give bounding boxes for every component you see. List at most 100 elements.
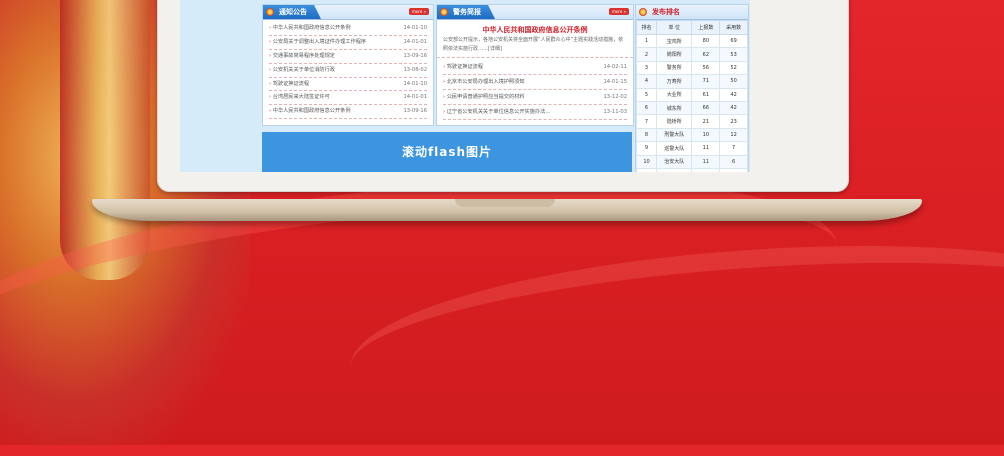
table-cell: 大业所 bbox=[656, 87, 693, 102]
list-item-title[interactable]: 交通事故简易程序处理规定 bbox=[269, 50, 335, 63]
table-cell: 7 bbox=[719, 141, 748, 156]
table-cell: 66 bbox=[691, 100, 721, 116]
rank-table-body: 1 宝鸡所 80 69 2 岗阳所 62 53 3 警务所 56 52 4 万寿所 71 50 5 大业所 61 42… bbox=[635, 33, 748, 172]
list-item-date: 14-01-10 bbox=[403, 80, 427, 87]
list-item[interactable]: 北京市公安局办理出入境护照须知 14-01-15 bbox=[443, 75, 627, 90]
flash-banner[interactable]: 滚动flash图片 bbox=[262, 132, 632, 172]
table-cell: 23 bbox=[719, 114, 748, 129]
notice-tab[interactable]: 通知公告 bbox=[263, 5, 321, 19]
table-cell: 治安大队 bbox=[656, 154, 693, 169]
table-cell: 4 bbox=[635, 74, 658, 89]
list-item-title[interactable]: 公安机关关于单位消防行政 bbox=[269, 64, 335, 77]
list-item[interactable]: 公民申请普通护照应当提交的材料 13-12-02 bbox=[443, 90, 627, 105]
rank-panel-header: 发布排名 bbox=[636, 5, 748, 20]
news-panel: 警务简报 more » 中华人民共和国政府信息公开条例 公安部公开提示，各地公安… bbox=[436, 4, 634, 126]
table-cell: 10 bbox=[635, 154, 658, 169]
laptop-notch bbox=[455, 199, 555, 207]
list-item[interactable]: 驾驶证换证流程 14-01-10 bbox=[269, 78, 427, 92]
police-badge-icon bbox=[266, 8, 274, 16]
list-item-date: 14-01-10 bbox=[403, 25, 427, 31]
notice-panel-header: 通知公告 more » bbox=[263, 5, 433, 20]
news-headline-link[interactable]: 中华人民共和国政府信息公开条例 bbox=[437, 20, 633, 36]
rank-table: 排名单 位上报数 采用数 1 宝鸡所 80 69 2 岗阳所 62 53 3 警务所 56 52 4 万寿所… bbox=[635, 20, 748, 172]
table-row: 3 警务所 56 52 bbox=[635, 60, 748, 76]
list-item-date: 13-09-16 bbox=[403, 108, 427, 115]
table-cell: 11 bbox=[691, 141, 721, 156]
table-row: 4 万寿所 71 50 bbox=[635, 74, 748, 89]
list-item[interactable]: 驾驶证换证流程 14-02-11 bbox=[443, 60, 627, 75]
list-item-title[interactable]: 公民申请普通护照应当提交的材料 bbox=[443, 90, 525, 104]
table-cell: 5 bbox=[635, 87, 658, 102]
list-item[interactable]: 公安机关关于单位消防行政 13-08-02 bbox=[269, 64, 427, 78]
rank-column-header: 排名 bbox=[635, 20, 658, 35]
table-cell: 9 bbox=[635, 141, 658, 156]
table-cell: 56 bbox=[691, 60, 721, 76]
table-cell: 宝鸡所 bbox=[656, 33, 693, 49]
table-cell: 21 bbox=[691, 114, 721, 129]
list-item[interactable]: 中华人民共和国政府信息公开条例 13-09-16 bbox=[269, 105, 427, 120]
list-item-title[interactable]: 中华人民共和国政府信息公开条例 bbox=[269, 105, 351, 118]
table-row: 9 巡警大队 11 7 bbox=[635, 141, 748, 156]
notice-list: 中华人民共和国政府信息公开条例 14-01-10 公安局关于调整出入境证件办理工作程… bbox=[263, 20, 433, 120]
table-row: 5 大业所 61 42 bbox=[635, 87, 748, 102]
table-cell: 11 bbox=[635, 167, 658, 172]
list-item-date: 13-11-03 bbox=[603, 109, 627, 115]
table-cell: 城东所 bbox=[656, 100, 693, 116]
police-badge-icon bbox=[639, 8, 647, 16]
list-item-date: 14-02-11 bbox=[603, 64, 627, 70]
table-cell: 42 bbox=[719, 87, 748, 102]
list-item[interactable]: 中华人民共和国政府信息公开条例 14-01-10 bbox=[269, 22, 427, 36]
news-list: 驾驶证换证流程 14-02-11 北京市公安局办理出入境护照须知 14-01-15 公民… bbox=[437, 58, 633, 120]
list-item-title[interactable]: 台湾居民来大陆签证许可 bbox=[269, 91, 330, 104]
list-item[interactable]: 辽宁省公安机关关于单位信息公开实施办法… 13-11-03 bbox=[443, 105, 627, 120]
rank-column-header: 上报数 bbox=[691, 20, 721, 35]
table-cell: 6 bbox=[719, 154, 748, 169]
table-cell: 刑警大队 bbox=[656, 127, 693, 143]
table-cell: 52 bbox=[719, 60, 748, 76]
list-item-date: 14-01-01 bbox=[403, 94, 427, 101]
table-cell: 4 bbox=[719, 167, 748, 172]
laptop-screen: 通知公告 more » 中华人民共和国政府信息公开条例 14-01-10 公安局关于… bbox=[180, 0, 750, 172]
news-panel-header: 警务简报 more » bbox=[437, 5, 633, 20]
table-cell: 69 bbox=[719, 33, 748, 49]
table-cell: 80 bbox=[691, 33, 721, 49]
list-item[interactable]: 交通事故简易程序处理规定 13-09-16 bbox=[269, 50, 427, 64]
table-cell: 3 bbox=[635, 60, 658, 76]
police-badge-icon bbox=[440, 8, 448, 16]
table-row: 8 刑警大队 10 12 bbox=[635, 127, 748, 143]
table-cell: 53 bbox=[719, 47, 748, 62]
table-cell: 2 bbox=[635, 47, 658, 62]
list-item-title[interactable]: 驾驶证换证流程 bbox=[443, 60, 483, 74]
list-item-title[interactable]: 北京市公安局办理出入境护照须知 bbox=[443, 75, 525, 89]
rank-column-header: 采用数 bbox=[719, 20, 748, 35]
table-row: 11国保大队64 bbox=[635, 167, 748, 172]
list-item-date: 14-01-01 bbox=[403, 38, 427, 45]
table-cell: 万寿所 bbox=[656, 74, 693, 89]
list-item-title[interactable]: 中华人民共和国政府信息公开条例 bbox=[269, 22, 351, 35]
notice-more-button[interactable]: more » bbox=[409, 8, 429, 15]
table-cell: 42 bbox=[719, 100, 748, 116]
table-cell: 陆桥所 bbox=[656, 114, 693, 129]
news-more-button[interactable]: more » bbox=[609, 8, 629, 15]
table-cell: 6 bbox=[635, 100, 658, 116]
table-cell: 61 bbox=[691, 87, 721, 102]
table-cell: 国保大队 bbox=[656, 167, 693, 172]
list-item[interactable]: 公安局关于调整出入境证件办理工作程序 14-01-01 bbox=[269, 36, 427, 50]
table-cell: 7 bbox=[635, 114, 658, 129]
rank-tab[interactable]: 发布排名 bbox=[636, 5, 694, 19]
list-item-title[interactable]: 辽宁省公安机关关于单位信息公开实施办法… bbox=[443, 105, 551, 119]
table-cell: 8 bbox=[635, 127, 658, 143]
table-cell: 62 bbox=[691, 47, 721, 62]
table-row: 1 宝鸡所 80 69 bbox=[635, 33, 748, 49]
table-cell: 12 bbox=[719, 127, 748, 143]
list-item-title[interactable]: 驾驶证换证流程 bbox=[269, 78, 309, 91]
list-item-title[interactable]: 公安局关于调整出入境证件办理工作程序 bbox=[269, 36, 366, 49]
rank-table-header: 排名单 位上报数 采用数 bbox=[635, 20, 748, 35]
news-tab[interactable]: 警务简报 bbox=[437, 5, 495, 19]
list-item[interactable]: 台湾居民来大陆签证许可 14-01-01 bbox=[269, 91, 427, 106]
list-item-date: 13-12-02 bbox=[603, 94, 627, 100]
table-row: 10 治安大队 11 6 bbox=[635, 154, 748, 169]
table-cell: 岗阳所 bbox=[656, 47, 693, 62]
table-cell: 50 bbox=[719, 74, 748, 89]
table-cell: 巡警大队 bbox=[656, 141, 693, 156]
